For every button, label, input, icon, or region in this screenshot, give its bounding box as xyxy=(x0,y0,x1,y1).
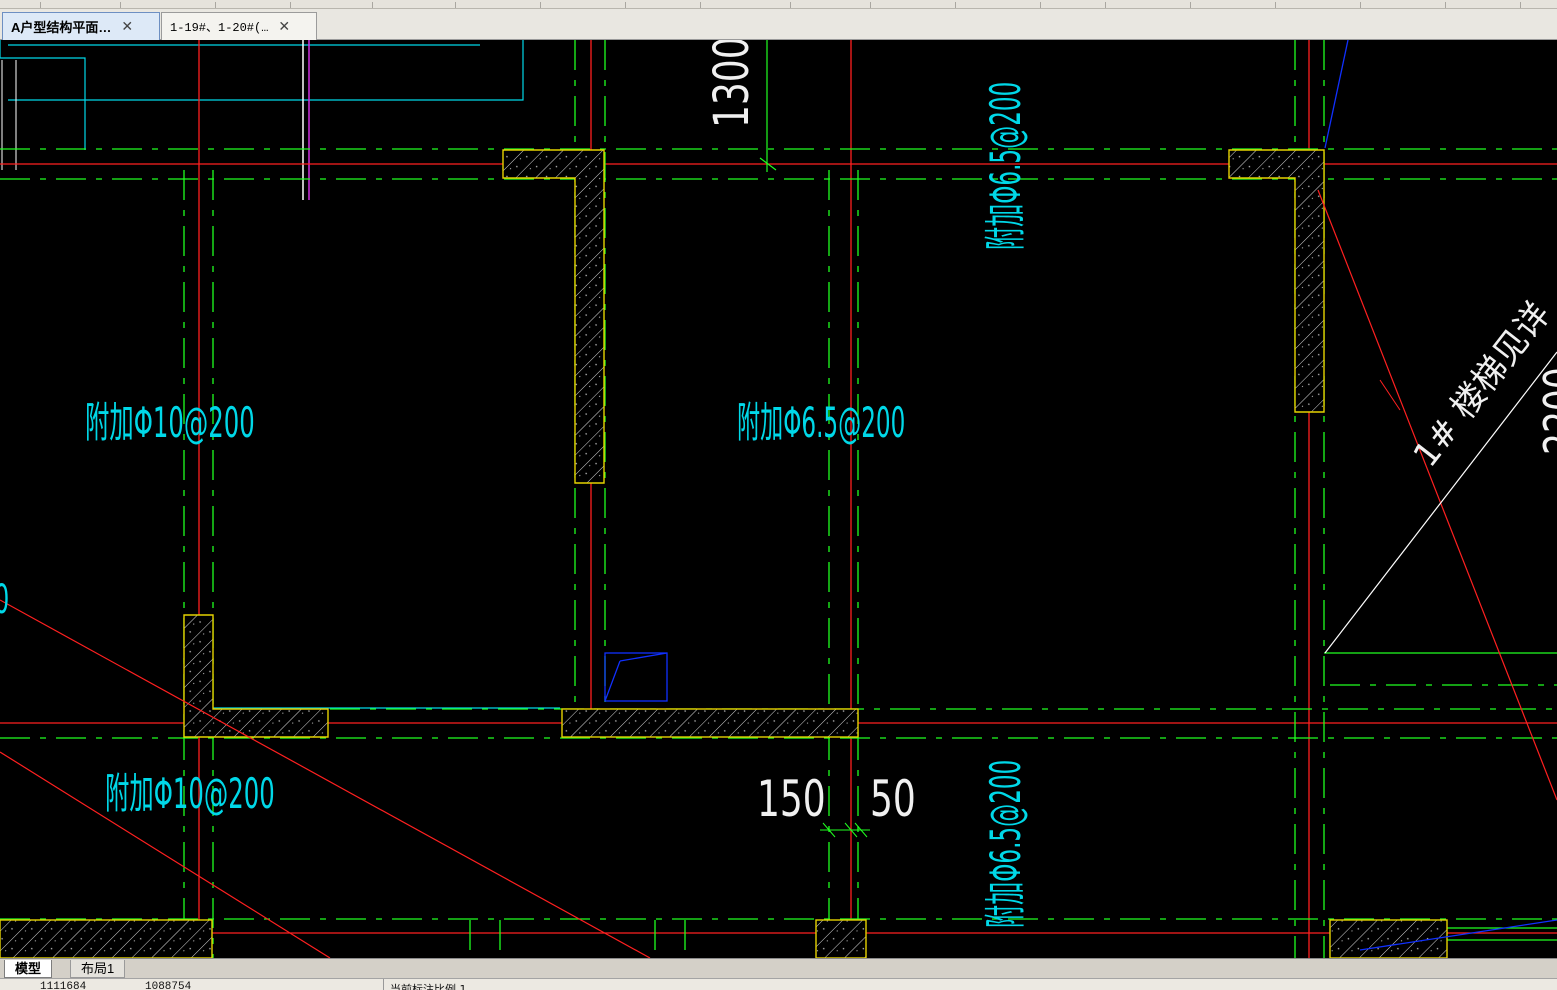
room-outline-cyan xyxy=(0,40,560,709)
drawing-canvas[interactable]: 附加Φ10@200 附加Φ6.5@200 附加Φ10@200 附加Φ6.5@20… xyxy=(0,40,1557,958)
rebar-annotation-vertical: 附加Φ6.5@200 xyxy=(981,81,1030,251)
annotation-scale: 当前标注比例 1 xyxy=(390,983,467,990)
rebar-annotation: 附加Φ10@200 xyxy=(85,398,255,447)
tab-a-unit-plan[interactable]: A户型结构平面… ✕ xyxy=(2,12,160,40)
toolbar-strip xyxy=(0,0,1557,9)
hatched-walls xyxy=(0,149,1448,958)
dimension-text: 1300 xyxy=(704,40,760,128)
dimension-text: 50 xyxy=(870,770,916,828)
tab-label: 1-19#、1-20#(… xyxy=(170,21,269,35)
rebar-annotation: 附加Φ6.5@200 xyxy=(737,398,906,447)
blue-symbol xyxy=(604,40,1557,951)
dimension-text: 2200 xyxy=(1534,367,1557,455)
rebar-annotation-vertical: 附加Φ6.5@200 xyxy=(981,759,1030,928)
tab-building-1-19-1-20[interactable]: 1-19#、1-20#(… ✕ xyxy=(161,12,317,40)
layout-tab-bar: 模型 布局1 xyxy=(0,958,1557,978)
close-icon[interactable]: ✕ xyxy=(121,19,133,35)
close-icon[interactable]: ✕ xyxy=(278,19,290,35)
document-tab-bar: A户型结构平面… ✕ 1-19#、1-20#(… ✕ xyxy=(0,9,1557,40)
tab-layout-1[interactable]: 布局1 xyxy=(70,960,126,978)
rebar-annotation: 附加Φ10@200 xyxy=(105,769,275,818)
tab-label: A户型结构平面… xyxy=(11,20,112,35)
status-bar: 1111684 1088754 当前标注比例 1 xyxy=(0,978,1557,990)
partial-label: 0 xyxy=(0,580,9,620)
coordinate-y: 1088754 xyxy=(145,981,192,990)
tab-model[interactable]: 模型 xyxy=(4,960,53,978)
dimension-text: 150 xyxy=(757,770,826,828)
coordinate-x: 1111684 xyxy=(40,981,87,990)
